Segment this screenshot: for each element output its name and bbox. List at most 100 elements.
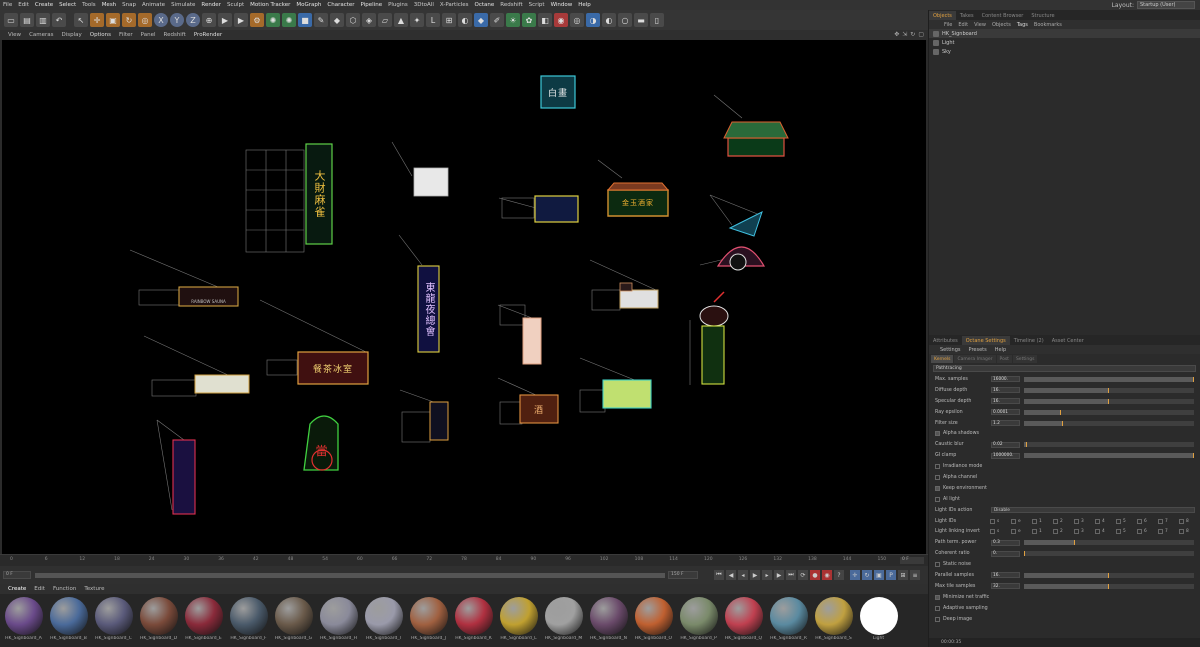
- material-swatch[interactable]: HK_Signboard_J: [408, 594, 449, 644]
- param-checkbox[interactable]: [935, 605, 940, 611]
- l0-icon[interactable]: L: [426, 13, 440, 27]
- tab-content-browser[interactable]: Content Browser: [978, 11, 1028, 20]
- object-menu-bookmarks[interactable]: Bookmarks: [1031, 22, 1065, 28]
- material-swatch[interactable]: HK_Signboard_H: [318, 594, 359, 644]
- subtab-post[interactable]: Post: [996, 355, 1012, 363]
- go-to-start-icon[interactable]: ⏮: [714, 570, 724, 580]
- menu-item-window[interactable]: Window: [548, 2, 576, 8]
- menu-item-script[interactable]: Script: [526, 2, 548, 8]
- material-swatch[interactable]: HK_Signboard_A: [3, 594, 44, 644]
- octane-live-icon[interactable]: ✺: [282, 13, 296, 27]
- z-axis-icon[interactable]: Z: [186, 13, 200, 27]
- menu-item-select[interactable]: Select: [56, 2, 79, 8]
- start-frame-field[interactable]: 0 F: [3, 571, 31, 579]
- viewport-menu-filter[interactable]: Filter: [115, 32, 137, 38]
- menu-item-render[interactable]: Render: [198, 2, 224, 8]
- kernel-dropdown[interactable]: Pathtracing: [933, 365, 1196, 372]
- octane-object-icon[interactable]: ✿: [522, 13, 536, 27]
- light-id-checkbox[interactable]: [1095, 529, 1100, 535]
- light-id-checkbox[interactable]: [1116, 529, 1121, 535]
- material-swatch[interactable]: HK_Signboard_Q: [723, 594, 764, 644]
- live-select-icon[interactable]: ◎: [138, 13, 152, 27]
- param-value-field[interactable]: 16.: [991, 572, 1020, 579]
- octane-env-icon[interactable]: ◑: [586, 13, 600, 27]
- octane-sun-icon[interactable]: ☀: [506, 13, 520, 27]
- object-menu-objects[interactable]: Objects: [989, 22, 1014, 28]
- tab-objects[interactable]: Objects: [929, 11, 956, 20]
- light-id-checkbox[interactable]: [1179, 529, 1184, 535]
- param-value-field[interactable]: 0.: [991, 550, 1020, 557]
- light-id-checkbox[interactable]: [1158, 529, 1163, 535]
- key-pla-icon[interactable]: ⊞: [898, 570, 908, 580]
- light-id[interactable]: 1: [1032, 518, 1053, 524]
- light-id-checkbox[interactable]: [1053, 518, 1058, 524]
- timeline-ruler[interactable]: 0 6 12 18 24 30 36 42 48 54 60 66 72 78 84 90 96 102 108 11…: [0, 554, 928, 566]
- rotate-view-icon[interactable]: ↻: [910, 31, 915, 38]
- pen-icon[interactable]: ✎: [314, 13, 328, 27]
- light-id[interactable]: e: [1011, 529, 1032, 535]
- menu-item-sculpt[interactable]: Sculpt: [224, 2, 247, 8]
- menu-item-mograph[interactable]: MoGraph: [293, 2, 324, 8]
- previous-key-icon[interactable]: ◀: [726, 570, 736, 580]
- render-settings-icon[interactable]: ⚙: [250, 13, 264, 27]
- go-to-end-icon[interactable]: ⏭: [786, 570, 796, 580]
- param-slider[interactable]: [1024, 420, 1194, 426]
- menu-item-redshift[interactable]: Redshift: [497, 2, 525, 8]
- light-id[interactable]: s: [990, 529, 1011, 535]
- light-id[interactable]: s: [990, 518, 1011, 524]
- menu-item-motion-tracker[interactable]: Motion Tracker: [247, 2, 293, 8]
- menu-item-edit[interactable]: Edit: [15, 2, 32, 8]
- light-id[interactable]: 3: [1074, 518, 1095, 524]
- param-value-field[interactable]: 32.: [991, 583, 1020, 590]
- param-slider[interactable]: [1024, 387, 1194, 393]
- subdivision-icon[interactable]: ◆: [330, 13, 344, 27]
- undo-icon[interactable]: ↶: [52, 13, 66, 27]
- param-value-field[interactable]: 16.: [991, 387, 1020, 394]
- param-slider[interactable]: [1024, 376, 1194, 382]
- light-id-checkbox[interactable]: [990, 529, 995, 535]
- param-checkbox[interactable]: [935, 616, 940, 622]
- material-swatch[interactable]: HK_Signboard_I: [363, 594, 404, 644]
- object-row[interactable]: HK_Signboard: [929, 29, 1200, 38]
- light-id-checkbox[interactable]: [1116, 518, 1121, 524]
- light-id[interactable]: 7: [1158, 529, 1179, 535]
- material-menu-texture[interactable]: Texture: [80, 586, 108, 592]
- key-rotation-icon[interactable]: ↻: [862, 570, 872, 580]
- param-value-field[interactable]: 0.0001: [991, 409, 1020, 416]
- param-checkbox[interactable]: [935, 474, 940, 480]
- light-id[interactable]: 7: [1158, 518, 1179, 524]
- material-swatch[interactable]: HK_Signboard_P: [678, 594, 719, 644]
- param-value-field[interactable]: 1.2: [991, 420, 1020, 426]
- render-picture-viewer-icon[interactable]: ▶: [234, 13, 248, 27]
- zoom-view-icon[interactable]: ⇲: [902, 31, 907, 38]
- param-checkbox[interactable]: [935, 496, 940, 502]
- menu-item-3dtoall[interactable]: 3DtoAll: [411, 2, 437, 8]
- menu-item-tools[interactable]: Tools: [79, 2, 99, 8]
- viewport-menu-redshift[interactable]: Redshift: [160, 32, 190, 38]
- light-id-checkbox[interactable]: [990, 518, 995, 524]
- key-param-icon[interactable]: P: [886, 570, 896, 580]
- loop-icon[interactable]: ⟳: [798, 570, 808, 580]
- octane-material-icon[interactable]: ◧: [538, 13, 552, 27]
- attr-tab-octane-settings[interactable]: Octane Settings: [961, 336, 1010, 345]
- menu-item-pipeline[interactable]: Pipeline: [358, 2, 386, 8]
- camera-icon[interactable]: ▲: [394, 13, 408, 27]
- floor-icon[interactable]: ▱: [378, 13, 392, 27]
- attr-tab-timeline-2-[interactable]: Timeline (2): [1010, 336, 1048, 345]
- param-value-field[interactable]: 16.: [991, 398, 1020, 405]
- octane-render-icon[interactable]: ▬: [634, 13, 648, 27]
- param-checkbox[interactable]: [935, 594, 940, 600]
- light-id-checkbox[interactable]: [1053, 529, 1058, 535]
- material-swatch[interactable]: HK_Signboard_D: [138, 594, 179, 644]
- menu-item-create[interactable]: Create: [32, 2, 56, 8]
- record-icon[interactable]: ●: [810, 570, 820, 580]
- light-icon[interactable]: ✦: [410, 13, 424, 27]
- move-icon[interactable]: ✛: [90, 13, 104, 27]
- move-view-icon[interactable]: ✥: [894, 31, 899, 38]
- octane-cube-icon[interactable]: ◆: [474, 13, 488, 27]
- light-id[interactable]: 1: [1032, 529, 1053, 535]
- menu-item-animate[interactable]: Animate: [139, 2, 168, 8]
- light-id[interactable]: 8: [1179, 529, 1200, 535]
- light-id-checkbox[interactable]: [1137, 529, 1142, 535]
- light-id[interactable]: 6: [1137, 518, 1158, 524]
